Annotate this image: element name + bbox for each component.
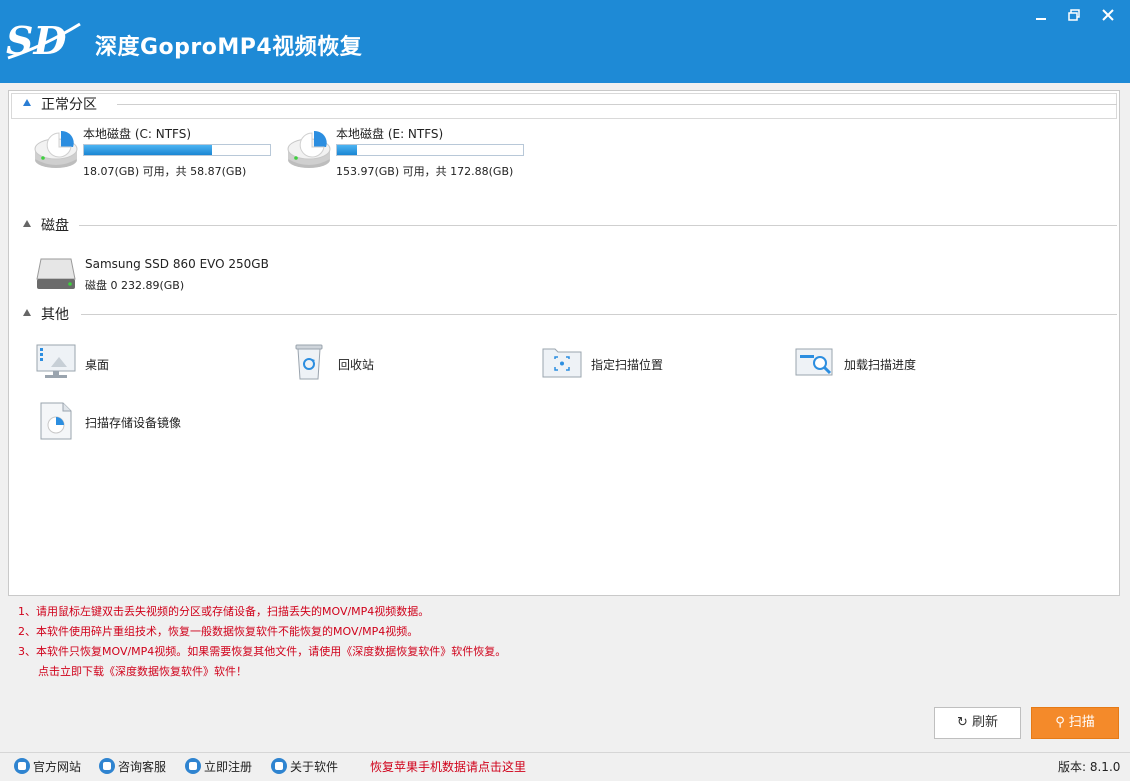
other-label: 桌面 — [85, 358, 110, 372]
scan-label: 扫描 — [1068, 715, 1095, 730]
main-panel: 正常分区 本地磁盘 (C: NTFS) 18.07(GB) 可用，共 58.87… — [8, 90, 1120, 596]
other-recycle-bin[interactable]: 回收站 — [288, 343, 508, 383]
info-icon — [271, 758, 287, 774]
collapse-triangle-icon[interactable] — [23, 99, 31, 106]
other-label: 扫描存储设备镜像 — [85, 416, 182, 430]
section-disks[interactable]: 磁盘 — [9, 214, 1119, 236]
disk-name: Samsung SSD 860 EVO 250GB — [85, 257, 269, 271]
refresh-label: 刷新 — [971, 715, 998, 730]
other-desktop[interactable]: 桌面 — [35, 343, 255, 383]
user-icon — [185, 758, 201, 774]
usage-bar — [336, 144, 524, 156]
support-link[interactable]: 咨询客服 — [99, 757, 166, 777]
other-disk-image[interactable]: 扫描存储设备镜像 — [35, 401, 255, 441]
official-site-link[interactable]: 官方网站 — [14, 757, 81, 777]
disk-info: 磁盘 0 232.89(GB) — [85, 279, 185, 292]
section-partitions[interactable]: 正常分区 — [9, 93, 1119, 119]
collapse-triangle-icon[interactable] — [23, 309, 31, 316]
section-others[interactable]: 其他 — [9, 303, 1119, 325]
download-link[interactable]: 点击立即下载《深度数据恢复软件》软件！ — [18, 664, 506, 684]
section-divider — [79, 225, 1117, 226]
app-logo: SD — [6, 18, 81, 63]
minimize-button[interactable] — [1025, 0, 1057, 30]
hard-drive-icon — [287, 130, 331, 168]
about-label: 关于软件 — [290, 760, 339, 774]
minimize-icon — [1036, 18, 1046, 20]
usage-bar-fill — [84, 145, 213, 155]
home-icon — [14, 758, 30, 774]
title-bar: SD 深度GoproMP4视频恢复 — [0, 0, 1130, 83]
chat-icon — [99, 758, 115, 774]
instructions: 1、请用鼠标左键双击丢失视频的分区或存储设备，扫描丢失的MOV/MP4视频数据。… — [18, 604, 506, 684]
partition-name: 本地磁盘 (E: NTFS) — [336, 127, 444, 141]
close-button[interactable] — [1090, 0, 1126, 30]
restore-button[interactable] — [1058, 0, 1090, 30]
folder-scan-icon — [542, 348, 582, 378]
section-frame — [11, 93, 1117, 119]
instruction-line: 3、本软件只恢复MOV/MP4视频。如果需要恢复其他文件，请使用《深度数据恢复软… — [18, 645, 507, 658]
status-bar: 官方网站 咨询客服 立即注册 关于软件 恢复苹果手机数据请点击这里 版本: 8.… — [0, 752, 1130, 781]
partition-capacity: 18.07(GB) 可用，共 58.87(GB) — [83, 165, 247, 178]
load-progress-icon — [795, 348, 833, 376]
instruction-line: 2、本软件使用碎片重组技术，恢复一般数据恢复软件不能恢复的MOV/MP4视频。 — [18, 625, 419, 638]
section-divider — [117, 104, 1117, 105]
physical-disk-icon — [36, 258, 76, 289]
usage-bar — [83, 144, 271, 156]
app-title: 深度GoproMP4视频恢复 — [95, 35, 363, 60]
hard-drive-icon — [34, 130, 78, 168]
version-label: 版本: 8.1.0 — [1058, 760, 1121, 774]
refresh-button[interactable]: ↻ 刷新 — [934, 707, 1021, 739]
section-divider — [81, 314, 1117, 315]
usage-bar-fill — [337, 145, 358, 155]
register-label: 立即注册 — [204, 760, 253, 774]
collapse-triangle-icon[interactable] — [23, 220, 31, 227]
refresh-icon: ↻ — [957, 715, 968, 730]
partition-name: 本地磁盘 (C: NTFS) — [83, 127, 192, 141]
official-site-label: 官方网站 — [33, 760, 82, 774]
scan-button[interactable]: ⚲ 扫描 — [1031, 707, 1119, 739]
disk-samsung-ssd[interactable]: Samsung SSD 860 EVO 250GB 磁盘 0 232.89(GB… — [35, 251, 335, 295]
recycle-bin-icon — [295, 344, 323, 380]
instruction-line: 1、请用鼠标左键双击丢失视频的分区或存储设备，扫描丢失的MOV/MP4视频数据。 — [18, 605, 430, 618]
search-icon: ⚲ — [1055, 715, 1065, 730]
support-label: 咨询客服 — [118, 760, 167, 774]
close-icon — [1102, 9, 1114, 21]
about-link[interactable]: 关于软件 — [271, 757, 338, 777]
disk-image-icon — [40, 402, 72, 440]
other-specify-location[interactable]: 指定扫描位置 — [541, 343, 761, 383]
partition-e[interactable]: 本地磁盘 (E: NTFS) 153.97(GB) 可用，共 172.88(GB… — [286, 125, 546, 179]
section-title: 正常分区 — [41, 97, 97, 113]
section-title: 其他 — [41, 307, 69, 323]
other-label: 加载扫描进度 — [844, 358, 917, 372]
section-title: 磁盘 — [41, 218, 69, 234]
desktop-icon — [36, 344, 76, 378]
iphone-recovery-link[interactable]: 恢复苹果手机数据请点击这里 — [370, 757, 526, 777]
partition-capacity: 153.97(GB) 可用，共 172.88(GB) — [336, 165, 514, 178]
other-label: 指定扫描位置 — [591, 358, 664, 372]
restore-icon — [1068, 9, 1080, 21]
partition-c[interactable]: 本地磁盘 (C: NTFS) 18.07(GB) 可用，共 58.87(GB) — [33, 125, 293, 179]
other-label: 回收站 — [338, 358, 375, 372]
register-link[interactable]: 立即注册 — [185, 757, 252, 777]
other-load-progress[interactable]: 加载扫描进度 — [794, 343, 1014, 383]
